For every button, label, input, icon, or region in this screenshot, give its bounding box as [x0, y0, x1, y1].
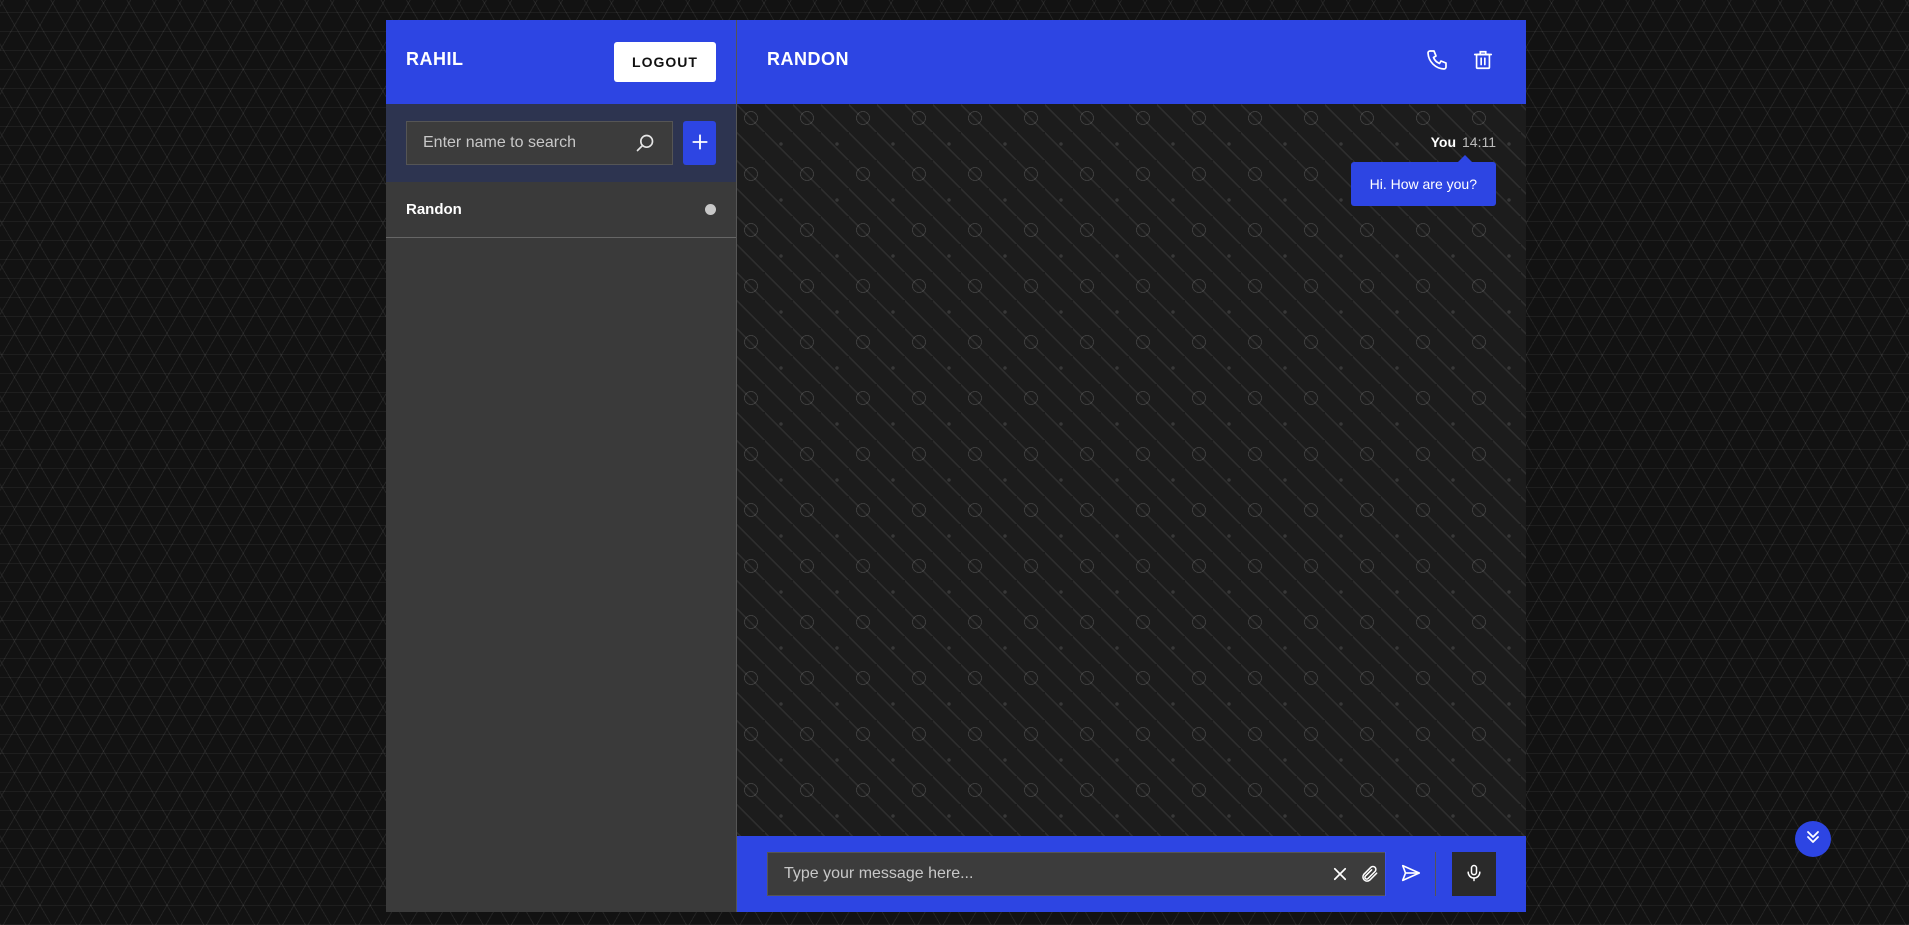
message-composer	[737, 836, 1526, 912]
trash-icon[interactable]	[1470, 47, 1496, 73]
contact-name: Randon	[406, 201, 462, 218]
contact-item[interactable]: Randon	[386, 182, 736, 238]
scroll-down-button[interactable]	[1795, 821, 1831, 857]
message-time: 14:11	[1462, 134, 1496, 150]
close-icon[interactable]	[1325, 852, 1355, 896]
message-bubble: Hi. How are you?	[1350, 155, 1496, 206]
send-button[interactable]	[1385, 852, 1435, 896]
message-input-box	[767, 852, 1436, 896]
phone-icon[interactable]	[1424, 47, 1450, 73]
add-contact-button[interactable]	[683, 121, 716, 165]
chat-panel: RANDON You 14:11 Hi. How are you?	[737, 20, 1526, 912]
plus-icon	[690, 132, 710, 155]
chat-app: RAHIL LOGOUT Randon RANDON	[386, 20, 1526, 912]
search-icon[interactable]	[632, 130, 658, 156]
microphone-button[interactable]	[1452, 852, 1496, 896]
search-bar	[386, 104, 736, 182]
search-input[interactable]	[421, 133, 632, 153]
chat-title: RANDON	[767, 48, 849, 69]
message: You 14:11 Hi. How are you?	[1350, 134, 1496, 206]
logout-button[interactable]: LOGOUT	[614, 42, 716, 82]
send-icon	[1400, 862, 1422, 887]
status-dot	[705, 204, 716, 215]
message-author: You	[1430, 134, 1456, 150]
message-area[interactable]: You 14:11 Hi. How are you?	[737, 104, 1526, 836]
sidebar-header: RAHIL LOGOUT	[386, 20, 736, 104]
sidebar: RAHIL LOGOUT Randon	[386, 20, 737, 912]
header-actions	[1424, 47, 1496, 73]
search-box	[406, 121, 673, 165]
current-user-name: RAHIL	[406, 48, 464, 69]
paperclip-icon[interactable]	[1355, 852, 1385, 896]
microphone-icon	[1464, 863, 1484, 886]
message-input[interactable]	[782, 864, 1325, 884]
message-meta: You 14:11	[1431, 134, 1496, 150]
double-chevron-down-icon	[1803, 827, 1823, 852]
chat-header: RANDON	[737, 20, 1526, 104]
